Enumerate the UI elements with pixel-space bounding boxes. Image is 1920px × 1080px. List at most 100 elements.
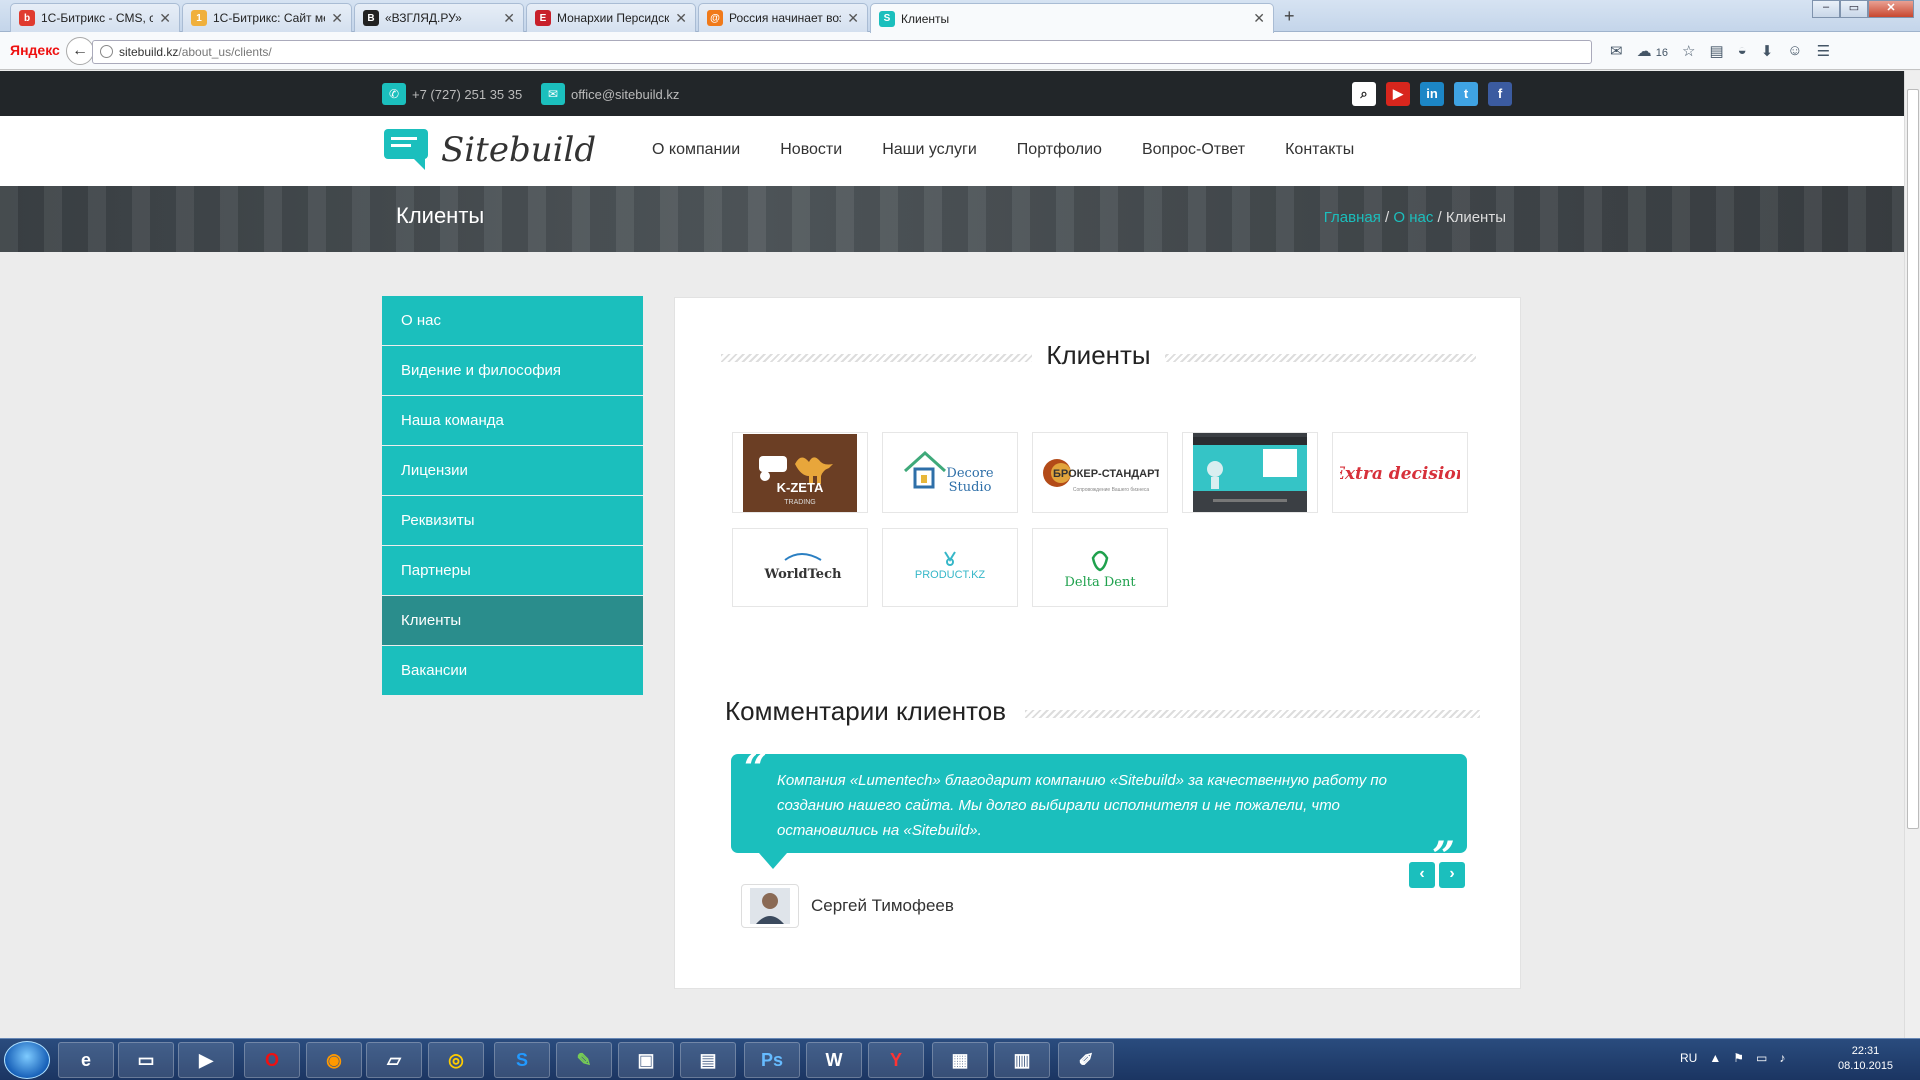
- close-tab-icon[interactable]: ✕: [331, 10, 343, 27]
- ie-icon[interactable]: e: [58, 1042, 114, 1078]
- menu-item-contacts[interactable]: Контакты: [1285, 141, 1354, 159]
- control-panel-icon[interactable]: ▦: [932, 1042, 988, 1078]
- browser-tab[interactable]: b 1С-Битрикс - CMS, систе... ✕: [10, 3, 180, 32]
- scrollbar-thumb[interactable]: [1907, 89, 1919, 829]
- yandex-logo[interactable]: Яндекс: [10, 42, 60, 58]
- sidebar-item-vision[interactable]: Видение и философия: [382, 346, 643, 395]
- client-logo-website[interactable]: [1182, 432, 1318, 513]
- youtube-icon[interactable]: ▶: [1386, 82, 1410, 106]
- next-arrow-icon[interactable]: ›: [1439, 862, 1465, 888]
- windows-taskbar: e ▭ ▶ O ◉ ▱ ◎ S ✎ ▣ ▤ Ps W Y ▦ ▥ ✐ RU ▲ …: [0, 1038, 1920, 1080]
- client-logo-deltadent[interactable]: Delta Dent: [1032, 528, 1168, 607]
- system-clock[interactable]: 22:31 08.10.2015: [1838, 1044, 1893, 1074]
- pocket-icon[interactable]: ◒: [1738, 42, 1747, 60]
- cloud-icon[interactable]: ☁ 16: [1637, 42, 1668, 60]
- menu-item-news[interactable]: Новости: [780, 141, 842, 159]
- tab-title: «ВЗГЛЯД.РУ»: [385, 11, 462, 25]
- folder-icon[interactable]: ▭: [118, 1042, 174, 1078]
- maximize-icon[interactable]: ▭: [1840, 0, 1868, 18]
- minimize-icon[interactable]: –: [1812, 0, 1840, 18]
- new-tab-icon[interactable]: +: [1284, 6, 1295, 27]
- yandex-browser-icon[interactable]: Y: [868, 1042, 924, 1078]
- breadcrumb-home[interactable]: Главная: [1324, 209, 1381, 226]
- chrome-icon[interactable]: ◎: [428, 1042, 484, 1078]
- svg-text:Decore: Decore: [946, 466, 993, 481]
- browser-tab[interactable]: E Монархии Персидского з... ✕: [526, 3, 696, 32]
- email-contact[interactable]: ✉ office@sitebuild.kz: [541, 83, 679, 105]
- back-arrow-icon[interactable]: ←: [66, 37, 94, 65]
- decore-logo: Decore Studio: [903, 450, 994, 495]
- menu-item-services[interactable]: Наши услуги: [882, 141, 977, 159]
- client-logo-decore[interactable]: Decore Studio: [882, 432, 1018, 513]
- client-logo-extra[interactable]: Extra decision: [1332, 432, 1468, 513]
- testimonial-text: Компания «Lumentech» благодарит компанию…: [777, 772, 1387, 839]
- paint-icon[interactable]: ✐: [1058, 1042, 1114, 1078]
- network-app-icon[interactable]: ▣: [618, 1042, 674, 1078]
- prev-arrow-icon[interactable]: ‹: [1409, 862, 1435, 888]
- tab-favicon-icon: B: [363, 10, 379, 26]
- logo-text: Sitebuild: [441, 130, 597, 170]
- hamburger-menu-icon[interactable]: ☰: [1817, 42, 1830, 60]
- close-tab-icon[interactable]: ✕: [503, 10, 515, 27]
- page-scrollbar[interactable]: [1904, 71, 1920, 1040]
- browser-tab[interactable]: B «ВЗГЛЯД.РУ» ✕: [354, 3, 524, 32]
- quote-pointer: [759, 853, 787, 869]
- sidebar-item-clients[interactable]: Клиенты: [382, 596, 643, 645]
- client-logo-product[interactable]: PRODUCT.KZ: [882, 528, 1018, 607]
- browser-tab[interactable]: 1 1С-Битрикс: Сайт медици... ✕: [182, 3, 352, 32]
- windows-start-icon[interactable]: [4, 1041, 50, 1079]
- breadcrumb-about[interactable]: О нас: [1393, 209, 1433, 226]
- site-topbar: ✆ +7 (727) 251 35 35 ✉ office@sitebuild.…: [0, 71, 1904, 116]
- client-logo-broker[interactable]: БРОКЕР-СТАНДАРТ Сопровождение Вашего биз…: [1032, 432, 1168, 513]
- manual-icon[interactable]: ▤: [680, 1042, 736, 1078]
- linkedin-icon[interactable]: in: [1420, 82, 1444, 106]
- menu-item-portfolio[interactable]: Портфолио: [1017, 141, 1102, 159]
- evernote-icon[interactable]: ✎: [556, 1042, 612, 1078]
- close-tab-icon[interactable]: ✕: [847, 10, 859, 27]
- photoshop-icon[interactable]: Ps: [744, 1042, 800, 1078]
- download-icon[interactable]: ⬇: [1761, 42, 1774, 60]
- address-bar[interactable]: sitebuild.kz/about_us/clients/: [92, 40, 1592, 64]
- twitter-icon[interactable]: t: [1454, 82, 1478, 106]
- website-screenshot-image: [1193, 433, 1307, 512]
- kzeta-sub: TRADING: [784, 499, 816, 506]
- client-logo-worldtech[interactable]: WorldTech: [732, 528, 868, 607]
- worldtech-name: WorldTech: [764, 567, 842, 582]
- phone-contact[interactable]: ✆ +7 (727) 251 35 35: [382, 83, 522, 105]
- reader-icon[interactable]: ▤: [1709, 42, 1723, 60]
- files-icon[interactable]: ▱: [366, 1042, 422, 1078]
- volume-icon[interactable]: ♪: [1779, 1051, 1785, 1065]
- star-icon[interactable]: ☆: [1682, 42, 1695, 60]
- close-window-icon[interactable]: ✕: [1868, 0, 1914, 18]
- opera-icon[interactable]: O: [244, 1042, 300, 1078]
- close-tab-icon[interactable]: ✕: [675, 10, 687, 27]
- word-icon[interactable]: W: [806, 1042, 862, 1078]
- chat-icon[interactable]: ☺: [1787, 42, 1802, 60]
- browser-tab[interactable]: @ Россия начинает воздуш... ✕: [698, 3, 868, 32]
- menu-item-about[interactable]: О компании: [652, 141, 740, 159]
- client-logo-kzeta[interactable]: K-ZETA TRADING: [732, 432, 868, 513]
- flag-icon[interactable]: ⚑: [1733, 1051, 1744, 1065]
- firefox-icon[interactable]: ◉: [306, 1042, 362, 1078]
- sidebar-item-licenses[interactable]: Лицензии: [382, 446, 643, 495]
- sidebar-item-about[interactable]: О нас: [382, 296, 643, 345]
- language-indicator[interactable]: RU: [1680, 1051, 1697, 1065]
- close-tab-icon[interactable]: ✕: [159, 10, 171, 27]
- sidebar-item-partners[interactable]: Партнеры: [382, 546, 643, 595]
- sidebar-item-team[interactable]: Наша команда: [382, 396, 643, 445]
- skype-icon[interactable]: S: [494, 1042, 550, 1078]
- media-player-icon[interactable]: ▶: [178, 1042, 234, 1078]
- close-tab-icon[interactable]: ✕: [1253, 10, 1265, 27]
- browser-tab-active[interactable]: S Клиенты ✕: [870, 3, 1274, 33]
- tray-arrow-icon[interactable]: ▲: [1709, 1051, 1721, 1065]
- winrar-icon[interactable]: ▥: [994, 1042, 1050, 1078]
- facebook-icon[interactable]: f: [1488, 82, 1512, 106]
- mail-icon[interactable]: ✉: [1610, 42, 1623, 60]
- site-logo[interactable]: Sitebuild: [383, 128, 596, 172]
- sidebar-item-vacancies[interactable]: Вакансии: [382, 646, 643, 695]
- search-icon[interactable]: ⌕: [1352, 82, 1376, 106]
- network-icon[interactable]: ▭: [1756, 1051, 1767, 1065]
- comments-title: Комментарии клиентов: [725, 696, 1019, 727]
- sidebar-item-requisites[interactable]: Реквизиты: [382, 496, 643, 545]
- menu-item-faq[interactable]: Вопрос-Ответ: [1142, 141, 1245, 159]
